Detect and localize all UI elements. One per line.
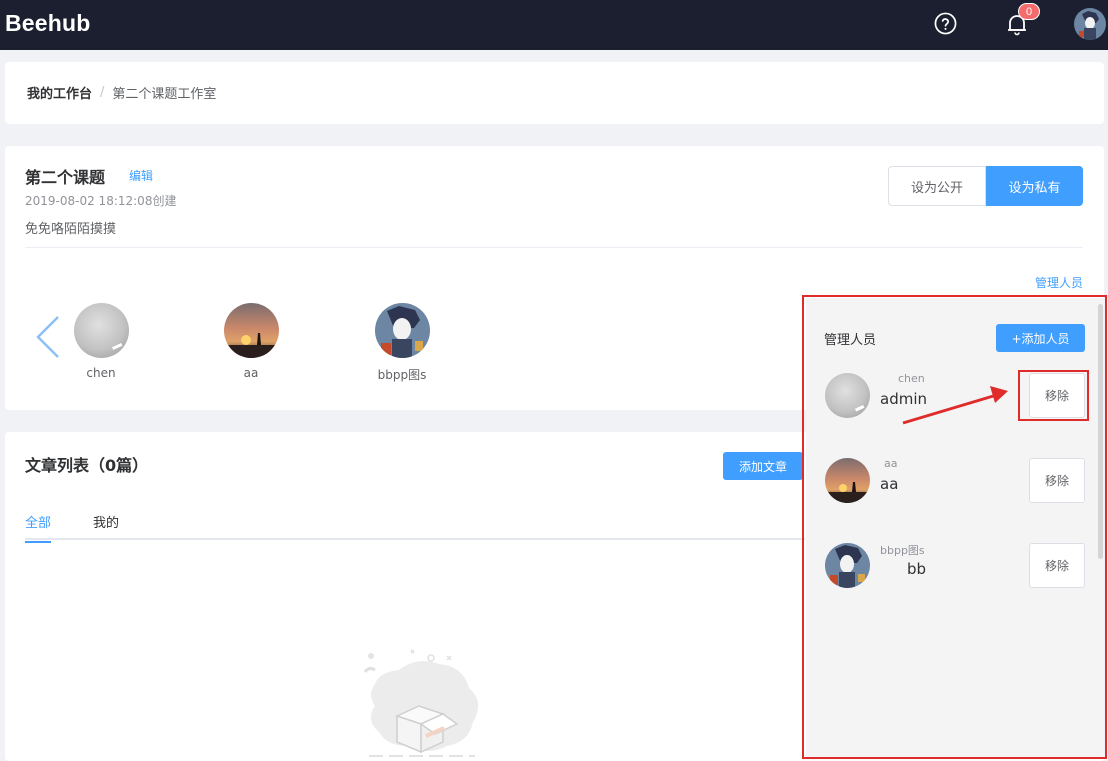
user-avatar[interactable] [1074,8,1106,40]
app-logo[interactable]: Beehub [5,10,91,37]
member-name: chen [86,366,116,380]
annotation-arrow-icon [902,386,1008,425]
tab-mine[interactable]: 我的 [93,512,119,531]
chevron-left-icon[interactable] [35,314,61,360]
member-item[interactable]: bbpp图s [362,303,442,383]
project-description: 免免咯陌陌摸摸 [25,222,117,237]
member-item[interactable]: aa [211,303,291,380]
breadcrumb-separator: / [100,85,105,100]
add-article-button[interactable]: 添加文章 [723,452,803,480]
divider [25,247,1083,248]
breadcrumb-current: 第二个课题工作室 [112,87,217,102]
member-avatar [73,303,129,358]
annotation-remove-highlight [1018,370,1089,421]
empty-box-illustration [363,649,479,757]
notification-badge: 0 [1018,3,1040,20]
set-private-button[interactable]: 设为私有 [986,166,1083,206]
member-item[interactable]: chen [61,303,141,380]
breadcrumb-card: 我的工作台 / 第二个课题工作室 [5,62,1104,124]
project-title: 第二个课题 [25,168,106,187]
project-created-date: 2019-08-02 18:12:08创建 [25,194,177,208]
member-avatar [223,303,279,358]
manage-members-link[interactable]: 管理人员 [1035,274,1083,291]
member-name: aa [243,366,259,380]
member-avatar [374,303,430,358]
edit-link[interactable]: 编辑 [129,167,153,184]
annotation-panel-outline [802,295,1107,759]
top-navbar: Beehub 0 [0,0,1108,50]
breadcrumb-home[interactable]: 我的工作台 [27,83,92,102]
help-icon[interactable] [934,12,957,35]
set-public-button[interactable]: 设为公开 [888,166,986,206]
member-name: bbpp图s [377,368,427,382]
article-list-title: 文章列表（0篇） [25,456,149,475]
breadcrumb: 我的工作台 / 第二个课题工作室 [27,83,216,102]
tabs-divider [25,538,805,540]
